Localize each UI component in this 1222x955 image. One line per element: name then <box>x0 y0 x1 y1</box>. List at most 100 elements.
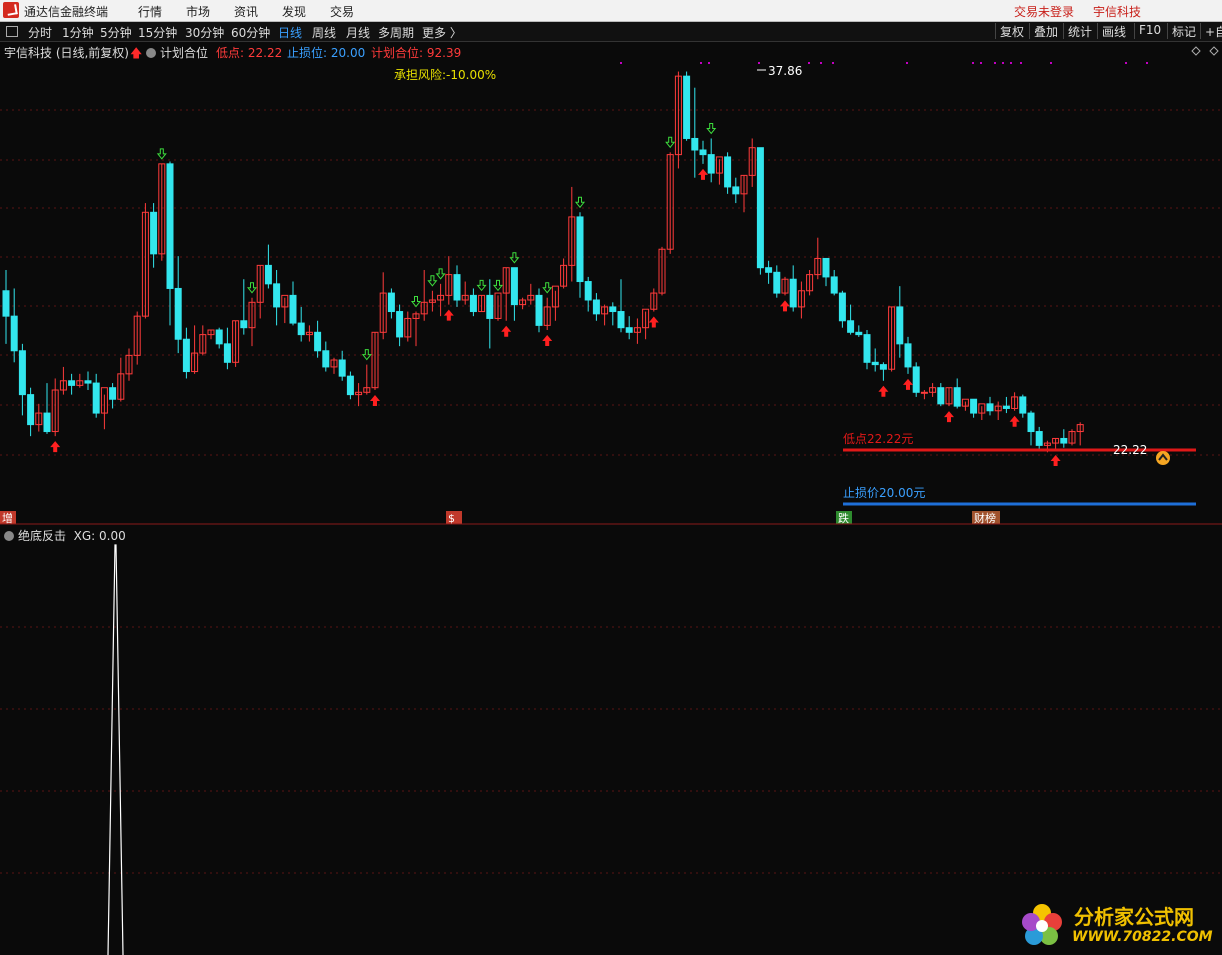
candle-body <box>937 387 945 405</box>
watermark-name: 分析家公式网 <box>1074 905 1194 929</box>
low-line-label: 低点22.22元 <box>843 432 913 446</box>
candle-body <box>896 306 904 345</box>
flower-logo-icon <box>1022 904 1062 945</box>
sell-arrow-icon <box>246 282 258 294</box>
candle-body <box>970 398 978 414</box>
candle-body <box>510 267 518 306</box>
candle-body <box>920 391 928 394</box>
candle-body <box>912 366 920 393</box>
candle-body <box>691 137 699 151</box>
candle-body <box>264 264 272 285</box>
sell-arrow-icon <box>509 252 520 264</box>
candle-body <box>84 380 92 384</box>
diamond-icon[interactable] <box>1191 46 1201 56</box>
candle-body <box>683 75 691 139</box>
candle-body <box>18 350 26 396</box>
sub-indicator-name: 绝底反击 <box>18 529 67 543</box>
sell-arrow-icon <box>435 268 446 280</box>
candle-body <box>150 211 158 255</box>
candle-body <box>879 364 887 370</box>
candle-body <box>314 331 322 352</box>
event-tag[interactable]: 财榜 <box>974 511 996 525</box>
candle-body <box>576 216 584 283</box>
candle-body <box>92 382 100 414</box>
candle-body <box>396 311 404 338</box>
signal-dot <box>820 62 822 64</box>
buy-arrow-icon <box>780 300 790 312</box>
candle-body <box>1019 396 1027 414</box>
sell-arrow-icon <box>427 275 438 287</box>
sell-arrow-icon <box>542 282 553 294</box>
signal-dot <box>1002 62 1004 64</box>
candle-body <box>182 338 190 373</box>
buy-arrow-icon <box>698 168 708 180</box>
high-price-label: 37.86 <box>768 64 802 78</box>
candle-body <box>68 380 76 386</box>
sell-arrow-icon <box>706 122 717 135</box>
event-tag[interactable]: 增 <box>2 511 13 525</box>
signal-dot <box>700 62 702 64</box>
candle-body <box>273 283 281 308</box>
candle-body <box>863 334 871 363</box>
signal-dot <box>1125 62 1127 64</box>
buy-arrow-icon <box>1050 455 1061 466</box>
candle-body <box>166 163 174 289</box>
sub-dropdown-icon[interactable] <box>4 531 14 541</box>
event-tag[interactable]: $ <box>448 512 455 525</box>
buy-arrow-icon <box>443 309 454 321</box>
candle-body <box>1035 431 1043 446</box>
buy-arrow-icon <box>648 316 659 328</box>
sell-arrow-icon <box>574 196 586 209</box>
candle-body <box>338 359 346 377</box>
signal-dot <box>1050 62 1052 64</box>
xg-signal-line <box>107 544 124 955</box>
low-marker-icon <box>1156 451 1170 465</box>
sub-panel-header: 绝底反击 XG: 0.00 <box>4 527 126 544</box>
buy-arrow-icon <box>501 325 512 337</box>
buy-arrow-icon <box>370 395 380 406</box>
candle-body <box>1002 405 1010 409</box>
candle-body <box>10 315 18 352</box>
candle-body <box>223 343 231 363</box>
candle-body <box>297 322 305 336</box>
candle-body <box>773 271 781 294</box>
signal-dot <box>832 62 834 64</box>
candle-body <box>240 320 248 329</box>
sell-arrow-icon <box>476 279 487 292</box>
signal-dot <box>1020 62 1022 64</box>
signal-dot <box>980 62 982 64</box>
buy-arrow-icon <box>1009 415 1020 427</box>
candle-body <box>904 343 912 368</box>
signal-dot <box>1010 62 1012 64</box>
watermark-url: WWW.70822.COM <box>1072 929 1213 945</box>
candle-body <box>535 294 543 326</box>
candle-body <box>469 294 477 313</box>
candle-body <box>789 278 797 308</box>
candle-body <box>609 306 617 313</box>
candle-body <box>387 292 395 313</box>
diamond-icon-2[interactable] <box>1209 46 1219 56</box>
signal-dot <box>620 62 622 64</box>
signal-dot <box>972 62 974 64</box>
low-value-label: 22.22 <box>1113 443 1147 457</box>
candle-body <box>822 257 830 278</box>
signal-dot <box>708 62 710 64</box>
kline-chart[interactable]: 低点22.22元 22.22 止损价20.00元 37.86 增 $ 跌 财榜 <box>0 0 1222 955</box>
signal-dot <box>1146 62 1148 64</box>
candle-body <box>322 350 330 368</box>
buy-arrow-icon <box>944 411 954 423</box>
candle-body <box>453 274 461 301</box>
candle-body <box>109 387 117 400</box>
candle-body <box>346 375 354 396</box>
buy-arrow-icon <box>878 385 889 397</box>
candle-body <box>27 394 35 426</box>
candle-body <box>592 299 600 315</box>
event-tag[interactable]: 跌 <box>838 511 849 525</box>
candle-body <box>855 331 863 336</box>
signal-dot <box>758 62 760 64</box>
candle-body <box>486 294 494 319</box>
candle-body <box>625 327 633 333</box>
sell-arrow-icon <box>410 296 422 308</box>
candle-body <box>707 154 715 174</box>
candle-body <box>617 311 625 329</box>
